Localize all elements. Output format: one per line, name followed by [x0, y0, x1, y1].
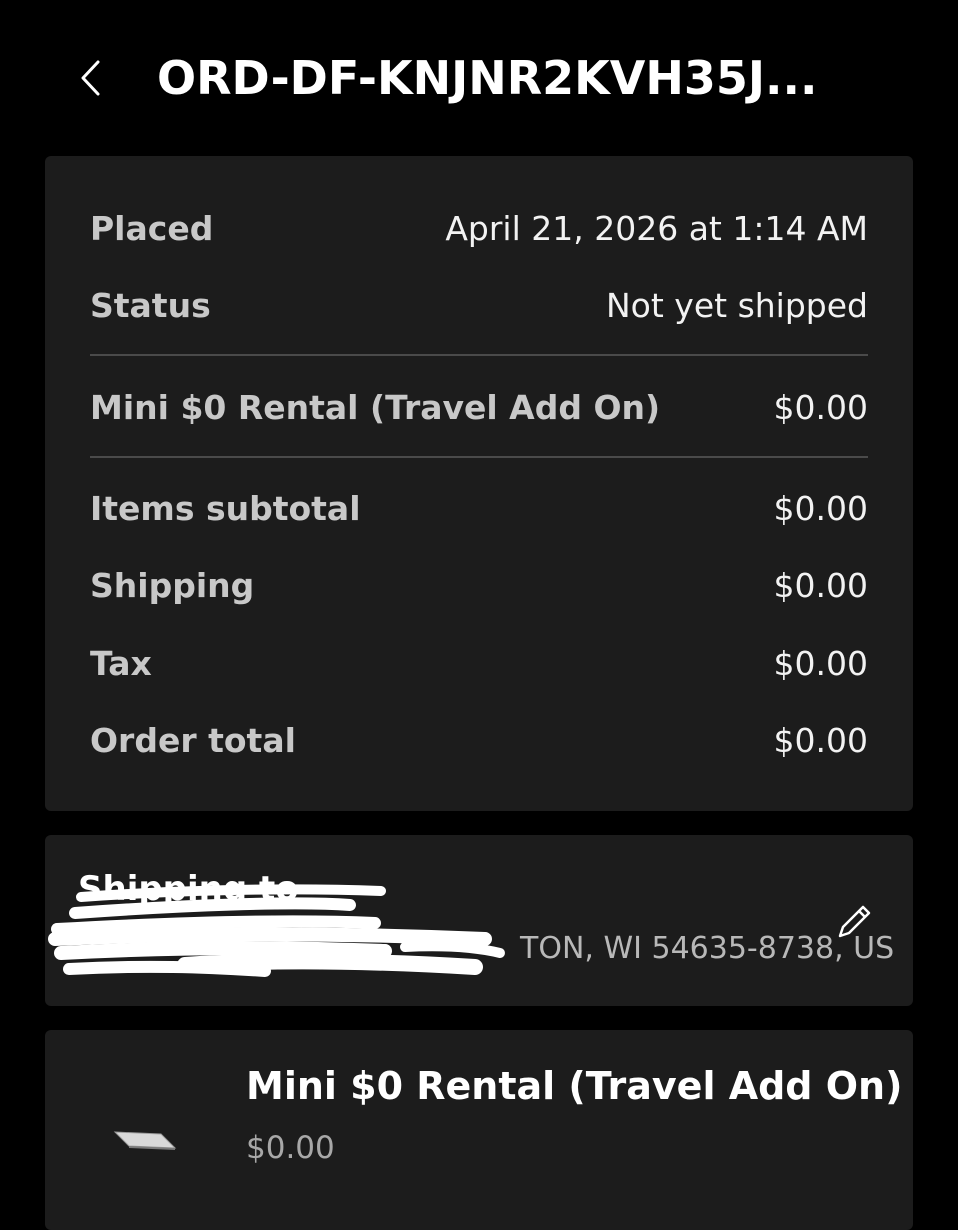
shipping-cost-row: Shipping $0.00	[90, 563, 868, 607]
item-card[interactable]: Mini $0 Rental (Travel Add On) $0.00	[45, 1030, 913, 1230]
shipping-cost-label: Shipping	[90, 565, 255, 605]
shipping-to-label: Shipping to	[78, 869, 299, 909]
tax-label: Tax	[90, 643, 152, 683]
status-value: Not yet shipped	[606, 285, 868, 325]
order-total-row: Order total $0.00	[90, 718, 868, 762]
status-label: Status	[90, 285, 211, 325]
item-name: Mini $0 Rental (Travel Add On)	[246, 1064, 903, 1108]
line-item-row: Mini $0 Rental (Travel Add On) $0.00	[90, 385, 868, 429]
line-item-price: $0.00	[773, 387, 868, 427]
divider	[90, 456, 868, 458]
status-row: Status Not yet shipped	[90, 283, 868, 327]
shipping-card: Shipping to TON, WI 54635-8738, US	[45, 835, 913, 1006]
tax-row: Tax $0.00	[90, 641, 868, 685]
page-header: ORD-DF-KNJNR2KVH35J...	[0, 0, 958, 155]
placed-value: April 21, 2026 at 1:14 AM	[445, 208, 868, 248]
pencil-icon	[838, 905, 871, 938]
back-button[interactable]	[68, 54, 112, 102]
line-item-name: Mini $0 Rental (Travel Add On)	[90, 387, 661, 427]
edit-address-button[interactable]	[831, 899, 877, 945]
tax-value: $0.00	[773, 643, 868, 683]
shipping-cost-value: $0.00	[773, 565, 868, 605]
subtotal-value: $0.00	[773, 488, 868, 528]
order-id-title: ORD-DF-KNJNR2KVH35J...	[157, 51, 818, 105]
divider	[90, 354, 868, 356]
order-total-value: $0.00	[773, 720, 868, 760]
placed-label: Placed	[90, 208, 214, 248]
order-summary-card: Placed April 21, 2026 at 1:14 AM Status …	[45, 156, 913, 811]
chevron-left-icon	[81, 60, 100, 96]
device-thumbnail-icon	[113, 1131, 177, 1150]
subtotal-label: Items subtotal	[90, 488, 361, 528]
placed-row: Placed April 21, 2026 at 1:14 AM	[90, 206, 868, 250]
subtotal-row: Items subtotal $0.00	[90, 486, 868, 530]
redaction-scribble	[48, 884, 505, 977]
item-price: $0.00	[246, 1130, 335, 1166]
order-total-label: Order total	[90, 720, 296, 760]
